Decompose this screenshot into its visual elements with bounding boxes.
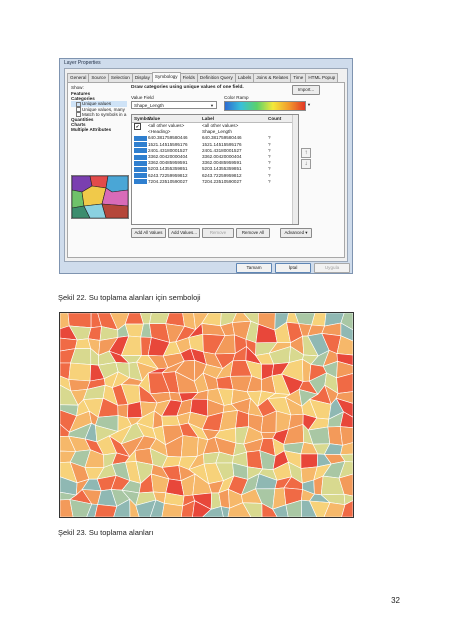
tab-fields[interactable]: Fields [179, 73, 198, 82]
tab-display[interactable]: Display [131, 73, 153, 82]
dialog-title: Layer Properties [64, 60, 101, 66]
symbol-swatch[interactable] [134, 135, 147, 141]
remove-button[interactable]: Remove [202, 228, 234, 238]
renderer-tree: Features Categories Unique values Unique va… [71, 91, 127, 133]
watershed-polygon [67, 313, 92, 329]
symbol-swatch[interactable] [134, 160, 147, 166]
watershed-polygon [300, 453, 319, 469]
ok-button[interactable]: Tamam [236, 263, 272, 273]
watershed-map [59, 312, 354, 518]
watershed-polygon [94, 504, 118, 517]
layer-properties-screenshot: Layer Properties General Source Selection D… [59, 58, 353, 274]
watershed-map-graphic [60, 313, 353, 517]
symbol-swatch[interactable] [134, 173, 147, 179]
count-cell: ? [268, 178, 271, 184]
cancel-button[interactable]: İptal [275, 263, 311, 273]
remove-all-button[interactable]: Remove All [236, 228, 270, 238]
value-field-select[interactable]: Shape_Length ▼ [131, 101, 217, 109]
watershed-polygon [339, 426, 353, 446]
symbol-swatch[interactable] [134, 179, 147, 185]
color-ramp-label: Color Ramp [224, 95, 249, 100]
table-header: Symbol Value Label Count [132, 115, 298, 123]
symbol-swatch[interactable] [134, 148, 147, 154]
advanced-button[interactable]: Advanced ▾ [280, 228, 312, 238]
symbol-swatch[interactable] [134, 154, 147, 160]
table-body: ✔ <all other values> <all other values> <He… [132, 122, 298, 185]
tab-source[interactable]: Source [88, 73, 109, 82]
tree-item[interactable]: Multiple Attributes [71, 127, 127, 132]
dialog-body: General Source Selection Display Symbology Fi… [64, 68, 348, 262]
values-table: Symbol Value Label Count ✔ <all other val… [131, 114, 299, 225]
table-row[interactable]: 7204.23510590027 7204.23510590027? [132, 179, 298, 185]
value-field-value: Shape_Length [134, 103, 164, 108]
move-up-icon[interactable]: ↑ [301, 148, 311, 158]
value-field-label: Value Field [131, 95, 154, 100]
watershed-polygon [180, 435, 199, 458]
figure-caption-23: Şekil 23. Su toplama alanları [58, 528, 154, 537]
tab-definition-query[interactable]: Definition Query [196, 73, 236, 82]
symbol-cell[interactable] [132, 179, 148, 185]
add-all-values-button[interactable]: Add All Values [131, 228, 166, 238]
tab-joins-relates[interactable]: Joins & Relates [253, 73, 292, 82]
header-symbol[interactable]: Symbol [132, 115, 151, 122]
symbol-swatch[interactable] [134, 142, 147, 148]
tab-general[interactable]: General [67, 73, 90, 82]
tab-html-popup[interactable]: HTML Popup [305, 73, 339, 82]
add-values-button[interactable]: Add Values... [168, 228, 200, 238]
symbology-panel: Show: Features Categories Unique values Uni… [67, 82, 345, 258]
header-count[interactable]: Count [268, 115, 294, 122]
symbol-swatch[interactable] [134, 166, 147, 172]
page-number: 32 [391, 596, 400, 605]
apply-button[interactable]: Uygula [314, 263, 350, 273]
header-value[interactable]: Value [148, 115, 202, 122]
color-ramp-select[interactable] [224, 101, 306, 111]
chevron-down-icon: ▾ [305, 230, 308, 235]
watershed-polygon [161, 415, 181, 427]
tab-time[interactable]: Time [290, 73, 307, 82]
import-button[interactable]: Import... [292, 85, 320, 95]
tab-bar: General Source Selection Display Symbology Fi… [67, 72, 339, 83]
advanced-label: Advanced [284, 230, 305, 235]
label-cell: 7204.23510590027 [202, 178, 242, 184]
preview-thumbnail [71, 175, 129, 219]
header-label[interactable]: Label [202, 115, 268, 122]
tab-selection[interactable]: Selection [107, 73, 133, 82]
value-cell: 7204.23510590027 [148, 178, 188, 184]
figure-caption-22: Şekil 22. Su toplama alanları için sembo… [58, 293, 201, 302]
show-label: Show: [71, 85, 84, 90]
watershed-polygon [68, 362, 92, 382]
watershed-polygon [161, 502, 184, 517]
chevron-down-icon[interactable]: ▼ [307, 102, 311, 107]
tab-labels[interactable]: Labels [234, 73, 255, 82]
table-scrollbar[interactable] [292, 115, 298, 224]
watershed-polygon [127, 401, 143, 419]
chevron-down-icon: ▼ [210, 103, 214, 108]
renderer-description: Draw categories using unique values of o… [131, 85, 244, 90]
tree-item-label: Multiple Attributes [71, 127, 112, 133]
move-down-icon[interactable]: ↓ [301, 159, 311, 169]
